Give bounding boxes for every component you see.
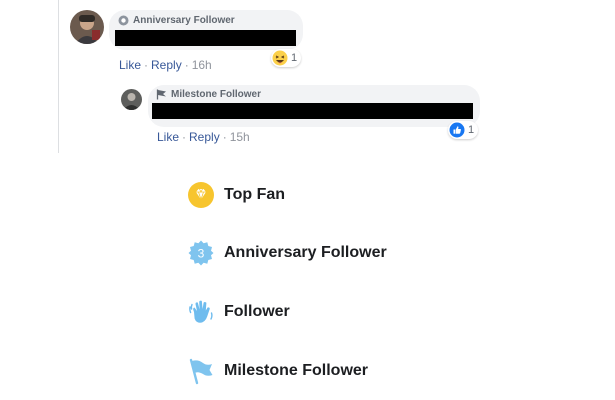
- reaction-count-value: 1: [291, 52, 298, 64]
- like-link[interactable]: Like: [119, 58, 141, 72]
- flag-mini-icon: [156, 89, 167, 100]
- badge-line: Anniversary Follower: [118, 15, 235, 26]
- timestamp[interactable]: 16h: [192, 58, 212, 72]
- svg-text:3: 3: [198, 247, 205, 261]
- milestone-flag-icon: [186, 356, 216, 386]
- legend-label: Milestone Follower: [224, 362, 369, 379]
- legend-item-top-fan: Top Fan: [186, 180, 285, 210]
- timestamp[interactable]: 15h: [230, 130, 250, 144]
- reply-link[interactable]: Reply: [151, 58, 182, 72]
- separator: ·: [182, 130, 187, 144]
- reaction-count[interactable]: 1: [448, 121, 479, 139]
- redacted-comment-text: [152, 103, 473, 119]
- legend-label: Anniversary Follower: [224, 244, 387, 261]
- commenter-badge-label: Anniversary Follower: [133, 15, 235, 26]
- reply-link[interactable]: Reply: [189, 130, 220, 144]
- badge-line: Milestone Follower: [156, 89, 261, 100]
- redacted-comment-text: [115, 30, 296, 46]
- avatar[interactable]: [70, 10, 104, 44]
- anniversary-3-icon: 3: [186, 238, 216, 268]
- separator: ·: [184, 58, 189, 72]
- thread-line: [58, 0, 59, 153]
- legend-item-follower: Follower: [186, 297, 290, 327]
- thumbs-up-icon: [449, 122, 465, 138]
- like-link[interactable]: Like: [157, 130, 179, 144]
- anniversary-mini-icon: [118, 15, 129, 26]
- laughing-emoji-icon: [272, 50, 288, 66]
- comment-actions: Like · Reply · 16h: [119, 58, 212, 72]
- reaction-count[interactable]: 1: [271, 49, 302, 67]
- reply-actions: Like · Reply · 15h: [157, 130, 250, 144]
- diamond-badge-icon: [186, 180, 216, 210]
- commenter-badge-label: Milestone Follower: [171, 89, 262, 100]
- reaction-count-value: 1: [468, 124, 475, 136]
- legend-label: Top Fan: [224, 186, 286, 203]
- legend-item-anniversary-follower: 3 Anniversary Follower: [186, 238, 387, 268]
- legend-item-milestone-follower: Milestone Follower: [186, 356, 368, 386]
- legend-label: Follower: [224, 303, 290, 320]
- avatar[interactable]: [121, 89, 142, 110]
- separator: ·: [144, 58, 149, 72]
- separator: ·: [222, 130, 227, 144]
- waving-hand-icon: [186, 297, 216, 327]
